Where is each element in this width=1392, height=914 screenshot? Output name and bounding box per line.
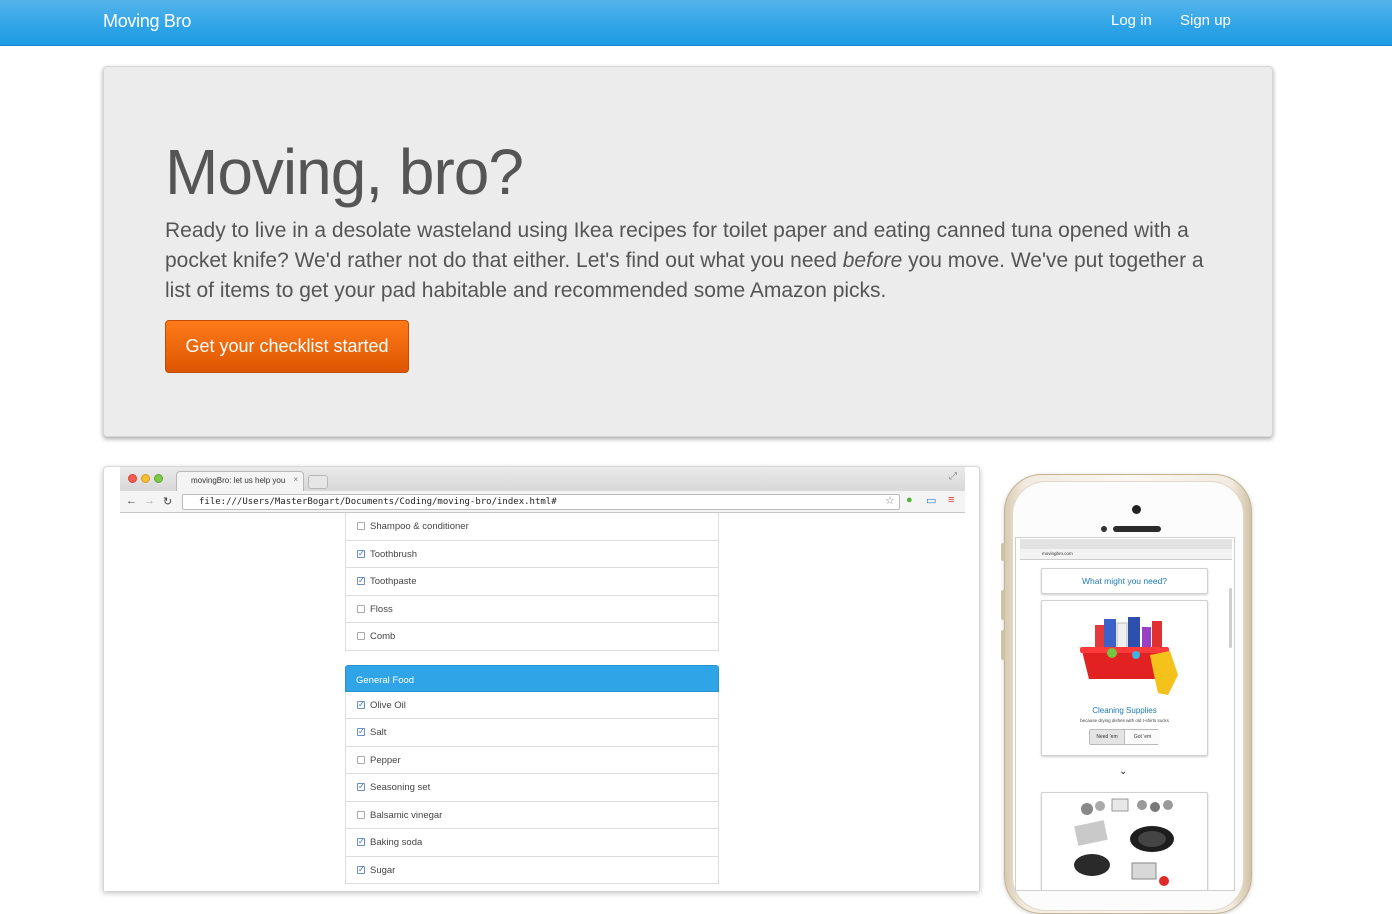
get-checklist-button[interactable]: Get your checklist started xyxy=(165,320,409,373)
hero-text: Ready to live in a desolate wasteland us… xyxy=(165,216,1205,306)
checklist-label: Toothpaste xyxy=(370,576,417,587)
checkbox-unchecked[interactable] xyxy=(357,632,365,640)
volume-down-button xyxy=(1001,630,1005,660)
minimize-window-icon xyxy=(141,474,150,483)
volume-up-button xyxy=(1001,590,1005,620)
zoom-window-icon xyxy=(154,474,163,483)
need-got-toggle: Need 'em Got 'em xyxy=(1089,729,1160,745)
checklist-label: Seasoning set xyxy=(370,782,431,793)
kitchen-supplies-image xyxy=(1074,798,1174,886)
menu-icon: ≡ xyxy=(948,494,955,506)
browser-tab-bar: movingBro: let us help you × ⤢ xyxy=(120,467,965,491)
checklist-row[interactable]: Floss xyxy=(345,595,719,623)
phone-url: movingbro.com xyxy=(1042,551,1073,556)
checkbox-checked[interactable]: ✓ xyxy=(357,577,365,585)
hero-panel: Moving, bro? Ready to live in a desolate… xyxy=(103,66,1273,437)
checkbox-unchecked[interactable] xyxy=(357,755,365,764)
url-text: file:///Users/MasterBogart/Documents/Cod… xyxy=(199,497,557,507)
checklist-row[interactable]: Pepper xyxy=(345,746,719,774)
back-arrow-icon: ← xyxy=(126,495,137,507)
desktop-screenshot: movingBro: let us help you × ⤢ ← → ↻ fil… xyxy=(103,466,980,891)
checklist-label: Baking soda xyxy=(370,837,423,848)
checklist-label: Floss xyxy=(370,603,393,615)
extension-icon: ● xyxy=(906,494,913,506)
reload-icon: ↻ xyxy=(163,496,173,508)
hero-text-emphasis: before xyxy=(842,249,903,272)
expand-icon: ⤢ xyxy=(949,471,957,482)
checklist-row[interactable]: ✓ Toothpaste xyxy=(345,568,719,596)
checkbox-unchecked[interactable] xyxy=(357,604,365,613)
item-subtitle: because drying dishes with old t-shirts … xyxy=(1080,718,1169,723)
checklist-row[interactable]: ✓ Toothbrush xyxy=(345,540,719,568)
bookmark-star-icon: ☆ xyxy=(885,495,895,507)
checkbox-checked[interactable]: ✓ xyxy=(357,783,365,791)
checklist-row[interactable]: Comb xyxy=(345,623,719,651)
checklist: Shampoo & conditioner ✓ Toothbrush ✓ Toothpa… xyxy=(345,513,719,884)
mute-switch xyxy=(1001,543,1005,561)
address-bar: file:///Users/MasterBogart/Documents/Cod… xyxy=(182,494,900,510)
checklist-label: Shampoo & conditioner xyxy=(370,521,469,532)
phone-tab-bar xyxy=(1020,539,1232,549)
hero-title: Moving, bro? xyxy=(165,136,524,208)
phone-toolbar: movingbro.com xyxy=(1020,549,1232,560)
browser-tab-title: movingBro: let us help you xyxy=(191,476,286,485)
login-link[interactable]: Log in xyxy=(1111,12,1152,29)
phone-screen: movingbro.com What might you need? Clean… xyxy=(1015,537,1235,891)
cleaning-supplies-card: Cleaning Supplies because drying dishes … xyxy=(1041,600,1208,756)
group-header-general-food[interactable]: General Food xyxy=(345,664,719,692)
close-window-icon xyxy=(128,474,137,483)
checklist-row[interactable]: ✓ Sugar xyxy=(345,856,719,884)
checklist-label: Olive Oil xyxy=(370,699,406,711)
checkbox-checked[interactable]: ✓ xyxy=(357,549,365,558)
new-tab-icon xyxy=(308,475,328,489)
checkbox-unchecked[interactable] xyxy=(357,522,365,530)
phone-sensor xyxy=(1132,505,1141,514)
navbar: Moving Bro Log in Sign up xyxy=(0,0,1392,46)
checklist-row[interactable]: ✓ Olive Oil xyxy=(345,691,719,719)
phone-scrollbar xyxy=(1229,588,1232,648)
checkbox-checked[interactable]: ✓ xyxy=(357,700,365,709)
checklist-row[interactable]: ✓ Baking soda xyxy=(345,829,719,857)
brand-link[interactable]: Moving Bro xyxy=(103,11,191,32)
cleaning-supplies-image xyxy=(1080,617,1178,695)
browser-toolbar: ← → ↻ file:///Users/MasterBogart/Documen… xyxy=(120,491,965,513)
got-em-button[interactable]: Got 'em xyxy=(1125,730,1160,744)
checklist-row[interactable]: ✓ Salt xyxy=(345,719,719,747)
checkbox-checked[interactable]: ✓ xyxy=(357,728,365,736)
checklist-row[interactable]: Shampoo & conditioner xyxy=(345,513,719,541)
need-em-button[interactable]: Need 'em xyxy=(1090,730,1125,744)
phone-camera xyxy=(1101,526,1107,532)
tab-close-icon: × xyxy=(293,475,298,484)
kitchen-supplies-card xyxy=(1041,792,1208,890)
checkbox-checked[interactable]: ✓ xyxy=(357,838,365,846)
item-title: Cleaning Supplies xyxy=(1092,706,1157,715)
checklist-row[interactable]: Balsamic vinegar xyxy=(345,801,719,829)
checkbox-checked[interactable]: ✓ xyxy=(357,865,365,874)
checklist-label: Salt xyxy=(370,727,387,738)
phone-heading: What might you need? xyxy=(1041,568,1208,594)
checklist-label: Sugar xyxy=(370,864,396,876)
checklist-label: Toothbrush xyxy=(370,548,418,560)
phone-speaker xyxy=(1113,526,1161,532)
signup-link[interactable]: Sign up xyxy=(1180,12,1231,29)
checkbox-unchecked[interactable] xyxy=(357,810,365,819)
checklist-label: Balsamic vinegar xyxy=(370,809,443,821)
checklist-row[interactable]: ✓ Seasoning set xyxy=(345,774,719,802)
screen-icon: ▭ xyxy=(926,495,937,507)
checklist-label: Pepper xyxy=(370,754,401,766)
browser-tab: movingBro: let us help you × xyxy=(176,471,304,491)
forward-arrow-icon: → xyxy=(144,495,155,507)
chevron-down-icon[interactable]: ⌄ xyxy=(1119,766,1127,777)
checklist-label: Comb xyxy=(370,631,396,642)
